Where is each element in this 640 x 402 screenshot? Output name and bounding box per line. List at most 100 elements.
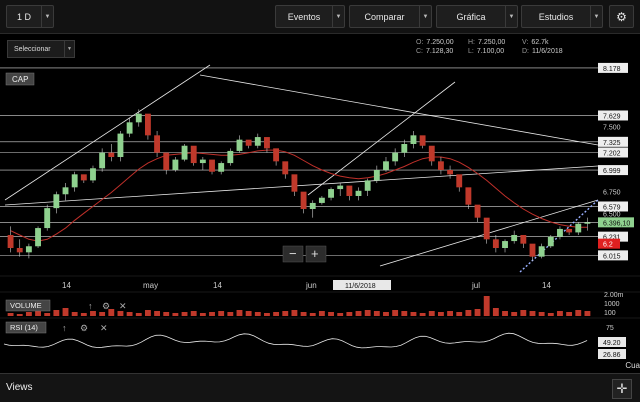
- candle-body: [71, 174, 78, 188]
- candle-body: [318, 197, 325, 203]
- volume-bar: [456, 312, 463, 316]
- volume-bar: [465, 310, 472, 316]
- candle-body: [401, 144, 408, 153]
- volume-bar: [337, 313, 344, 316]
- price-label: 7.325: [603, 140, 621, 147]
- volume-bar: [7, 313, 14, 316]
- close-icon[interactable]: ✕: [119, 301, 127, 311]
- volume-bar: [401, 311, 408, 316]
- candle-body: [456, 174, 463, 188]
- volume-bar: [364, 310, 371, 316]
- volume-bar: [62, 308, 69, 316]
- volume-bar: [117, 311, 124, 316]
- up-arrow-icon[interactable]: ↑: [88, 301, 93, 311]
- volume-bar: [135, 313, 142, 316]
- volume-bar: [511, 312, 518, 316]
- volume-bar: [144, 310, 151, 316]
- price-tag-red-text: 6.2: [603, 242, 613, 249]
- candle-body: [227, 150, 234, 164]
- volume-bar: [291, 310, 298, 316]
- expand-icon[interactable]: ✛: [612, 379, 632, 399]
- cap-label: CAP: [12, 75, 28, 84]
- volume-bar: [264, 313, 270, 316]
- candle-body: [25, 246, 32, 253]
- views-label[interactable]: Views: [6, 382, 33, 393]
- minus-icon: −: [289, 246, 297, 261]
- volume-bar: [492, 308, 499, 316]
- volume-bar: [566, 312, 573, 316]
- volume-bar: [16, 314, 23, 316]
- footer-cua: Cua: [625, 361, 640, 370]
- candle-body: [529, 243, 536, 257]
- volume-bar: [584, 311, 591, 316]
- candle-body: [108, 152, 115, 157]
- candle-body: [144, 113, 151, 136]
- candle-body: [447, 170, 454, 175]
- volume-axis-label: 2.00m: [604, 292, 624, 299]
- views-bar: Views ✛: [0, 373, 640, 402]
- volume-bar: [410, 312, 417, 316]
- candle-body: [245, 139, 252, 146]
- gear-icon[interactable]: ⚙: [102, 301, 110, 311]
- volume-bar: [483, 296, 490, 316]
- rsi-value: 49.20: [603, 340, 621, 347]
- volume-bar: [437, 312, 444, 316]
- price-label: 6.015: [603, 253, 621, 260]
- price-label: 6.396,10: [603, 220, 630, 227]
- candle-body: [126, 122, 133, 134]
- volume-bar: [392, 310, 399, 316]
- trend-line[interactable]: [307, 81, 456, 196]
- candle-body: [209, 159, 215, 172]
- volume-bar: [538, 312, 545, 316]
- candle-body: [437, 161, 444, 170]
- volume-bar: [273, 312, 280, 316]
- volume-bar: [328, 312, 334, 316]
- candlesticks: [7, 109, 591, 261]
- candle-body: [80, 174, 87, 181]
- candle-body: [62, 187, 69, 195]
- candle-body: [282, 161, 289, 175]
- up-arrow-icon[interactable]: ↑: [62, 323, 67, 333]
- candle-body: [309, 202, 316, 209]
- candle-body: [135, 113, 142, 123]
- candle-body: [16, 248, 23, 253]
- rsi-label: RSI (14): [10, 323, 38, 332]
- volume-bar: [575, 310, 582, 316]
- volume-bar: [25, 312, 32, 316]
- x-label: 14: [62, 281, 71, 290]
- volume-bar: [254, 312, 261, 316]
- candle-body: [99, 152, 106, 169]
- volume-bar: [355, 311, 362, 316]
- gear-icon[interactable]: ⚙: [80, 323, 88, 333]
- volume-bar: [172, 313, 179, 316]
- candle-body: [474, 204, 481, 218]
- chart-area[interactable]: CAP 8.178 7.629 7.500 7.325 7.202 6.999 6.750 6…: [0, 0, 640, 373]
- candle-body: [53, 194, 60, 209]
- volume-bar: [502, 311, 508, 316]
- price-label: 8.178: [603, 66, 621, 73]
- candle-body: [346, 185, 353, 196]
- volume-bar: [318, 311, 325, 316]
- candle-body: [547, 236, 554, 247]
- volume-axis-label: 1000: [604, 301, 620, 308]
- rsi-value2: 26.86: [603, 352, 621, 359]
- candle-body: [90, 168, 96, 181]
- candle-body: [172, 159, 179, 170]
- volume-bar: [44, 313, 51, 316]
- trend-line[interactable]: [199, 74, 599, 146]
- candle-body: [575, 223, 582, 233]
- volume-bar: [447, 311, 454, 316]
- volume-bar: [227, 312, 234, 316]
- candle-body: [566, 228, 573, 233]
- price-label: 6.999: [603, 168, 621, 175]
- close-icon[interactable]: ✕: [100, 323, 108, 333]
- candle-body: [392, 152, 399, 162]
- candle-body: [419, 135, 426, 146]
- volume-bar: [209, 312, 215, 316]
- volume-bar: [373, 311, 380, 316]
- volume-bar: [163, 312, 170, 316]
- plus-icon: +: [311, 246, 319, 261]
- volume-bar: [419, 313, 426, 316]
- candle-body: [584, 222, 591, 224]
- trend-line[interactable]: [4, 64, 211, 201]
